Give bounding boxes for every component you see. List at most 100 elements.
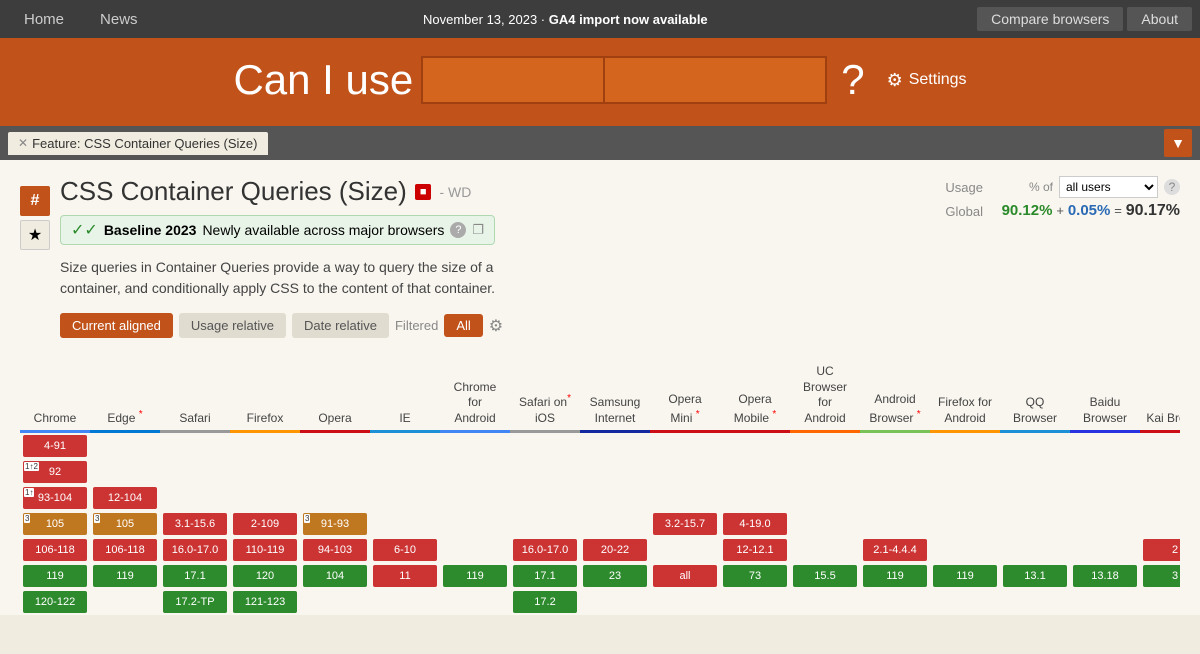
filter-all-button[interactable]: All [444, 314, 482, 337]
th-ie: IE [370, 360, 440, 432]
cell-edge-6[interactable]: 119 [90, 563, 160, 589]
cell-firefox-4[interactable]: 2-109 [230, 511, 300, 537]
feature-title: CSS Container Queries (Size) ■ - WD [60, 176, 925, 207]
cell-kai-6[interactable]: 3 [1140, 563, 1180, 589]
cell-safari-ios-4[interactable]: 3.2-15.7 [650, 511, 720, 537]
cell-android-6[interactable]: 119 [860, 563, 930, 589]
compare-button[interactable]: Compare browsers [977, 7, 1123, 31]
star-icon[interactable]: ★ [20, 220, 50, 250]
cell-uc-5 [790, 537, 860, 563]
cell-chrome-1[interactable]: 4-91 [20, 432, 90, 460]
cell-chrome-android-6[interactable]: 119 [440, 563, 510, 589]
th-opera: Opera [300, 360, 370, 432]
cell-opera-mobile-5[interactable]: 12-12.1 [720, 537, 790, 563]
th-chrome-android: Chrome for Android [440, 360, 510, 432]
cell-opera-5[interactable]: 94-103 [300, 537, 370, 563]
cell-chrome-6[interactable]: 119 [20, 563, 90, 589]
cell-ie-6[interactable]: 11 [370, 563, 440, 589]
cell-qq-6[interactable]: 13.1 [1000, 563, 1070, 589]
cell-safari-5[interactable]: 16.0-17.0 [160, 537, 230, 563]
cell-safari-ios-7[interactable]: 17.2 [510, 589, 580, 615]
cell-safari-6[interactable]: 17.1 [160, 563, 230, 589]
cell-empty-2 [90, 459, 1180, 485]
usage-blue-number: 0.05% [1068, 202, 1111, 219]
table-row: 4-91 [20, 432, 1180, 460]
th-opera-mini: Opera Mini * [650, 360, 720, 432]
about-button[interactable]: About [1127, 7, 1192, 31]
cell-baidu-6[interactable]: 13.18 [1070, 563, 1140, 589]
nav-announcement: November 13, 2023 · GA4 import now avail… [154, 12, 978, 27]
usage-green-number: 90.12% [1002, 202, 1053, 219]
cell-chrome-7[interactable]: 120-122 [20, 589, 90, 615]
baseline-bookmark-icon[interactable]: ❐ [472, 222, 484, 238]
th-baidu: Baidu Browser [1070, 360, 1140, 432]
filter-filtered-label: Filtered [395, 318, 438, 333]
cell-samsung-4[interactable]: 4-19.0 [720, 511, 790, 537]
settings-button[interactable]: ⚙ Settings [887, 70, 967, 91]
baseline-info-icon[interactable]: ? [450, 222, 466, 238]
tab-close-icon[interactable]: ✕ [18, 136, 28, 150]
filter-current-aligned[interactable]: Current aligned [60, 313, 173, 338]
th-safari-ios: Safari on* iOS [510, 360, 580, 432]
usage-help-icon[interactable]: ? [1164, 179, 1180, 195]
baseline-section: ✓✓ Baseline 2023 Newly available across … [60, 215, 925, 245]
table-row: 3 105 3 105 3.1-15.6 2-109 3 [20, 511, 1180, 537]
filter-gear-icon[interactable]: ⚙ [489, 316, 503, 336]
cell-opera-mobile-6[interactable]: 73 [720, 563, 790, 589]
tab-filter-icon[interactable]: ▼ [1164, 129, 1192, 157]
cell-firefox-6[interactable]: 120 [230, 563, 300, 589]
cell-chrome-4[interactable]: 3 105 [20, 511, 90, 537]
cell-firefox-7[interactable]: 121-123 [230, 589, 300, 615]
search-input-2[interactable] [605, 58, 825, 102]
usage-numbers: 90.12% + 0.05% = 90.17% [1002, 202, 1180, 220]
cell-edge-4[interactable]: 3 105 [90, 511, 160, 537]
navigation: Home News November 13, 2023 · GA4 import… [0, 0, 1200, 38]
gear-icon: ⚙ [887, 70, 903, 91]
cell-chrome-2[interactable]: 1↑2 92 [20, 459, 90, 485]
cell-firefox-5[interactable]: 110-119 [230, 537, 300, 563]
th-qq: QQ Browser [1000, 360, 1070, 432]
cell-safari-4[interactable]: 3.1-15.6 [160, 511, 230, 537]
cell-edge-3[interactable]: 12-104 [90, 485, 160, 511]
cell-android-5[interactable]: 2.1-4.4.4 [860, 537, 930, 563]
cell-safari-7[interactable]: 17.2-TP [160, 589, 230, 615]
announcement-text: GA4 import now available [549, 12, 708, 27]
cell-firefox-android-6[interactable]: 119 [930, 563, 1000, 589]
nav-left: Home News [8, 0, 154, 38]
cell-samsung-5[interactable]: 20-22 [580, 537, 650, 563]
filter-date-relative[interactable]: Date relative [292, 313, 389, 338]
wd-label: - WD [439, 184, 471, 200]
cell-opera-mini-6[interactable]: all [650, 563, 720, 589]
settings-label: Settings [909, 71, 967, 89]
cell-edge-5[interactable]: 106-118 [90, 537, 160, 563]
filter-funnel-icon[interactable]: ▼ [1164, 129, 1192, 157]
cell-opera-6[interactable]: 104 [300, 563, 370, 589]
baseline-desc: Newly available across major browsers [202, 222, 444, 238]
cell-chrome-5[interactable]: 106-118 [20, 537, 90, 563]
search-input-1[interactable] [423, 58, 603, 102]
cell-firefox-android-5 [930, 537, 1000, 563]
cell-opera-4[interactable]: 3 91-93 [300, 511, 370, 537]
active-tab[interactable]: ✕ Feature: CSS Container Queries (Size) [8, 132, 268, 155]
cell-safari-ios-5[interactable]: 16.0-17.0 [510, 537, 580, 563]
cell-safari-ios-6[interactable]: 17.1 [510, 563, 580, 589]
cell-chrome-android-5 [440, 537, 510, 563]
feature-description: Size queries in Container Queries provid… [60, 257, 520, 299]
hero-title: Can I use [233, 56, 413, 104]
nav-right: Compare browsers About [977, 7, 1192, 31]
usage-section: Usage % of all users tracked users ? Glo… [925, 176, 1180, 220]
baseline-check-icon: ✓✓ [71, 220, 98, 240]
cell-ie-5[interactable]: 6-10 [370, 537, 440, 563]
hero-question-mark: ? [841, 56, 864, 104]
hash-icon[interactable]: # [20, 186, 50, 216]
cell-baidu-5 [1070, 537, 1140, 563]
usage-users-select[interactable]: all users tracked users [1059, 176, 1158, 198]
nav-news[interactable]: News [84, 0, 154, 38]
cell-chrome-3[interactable]: 1↑ 93-104 [20, 485, 90, 511]
cell-samsung-6[interactable]: 23 [580, 563, 650, 589]
cell-uc-6[interactable]: 15.5 [790, 563, 860, 589]
filter-usage-relative[interactable]: Usage relative [179, 313, 286, 338]
nav-home[interactable]: Home [8, 0, 80, 38]
usage-label: Usage [945, 180, 983, 195]
cell-kai-5[interactable]: 2 [1140, 537, 1180, 563]
